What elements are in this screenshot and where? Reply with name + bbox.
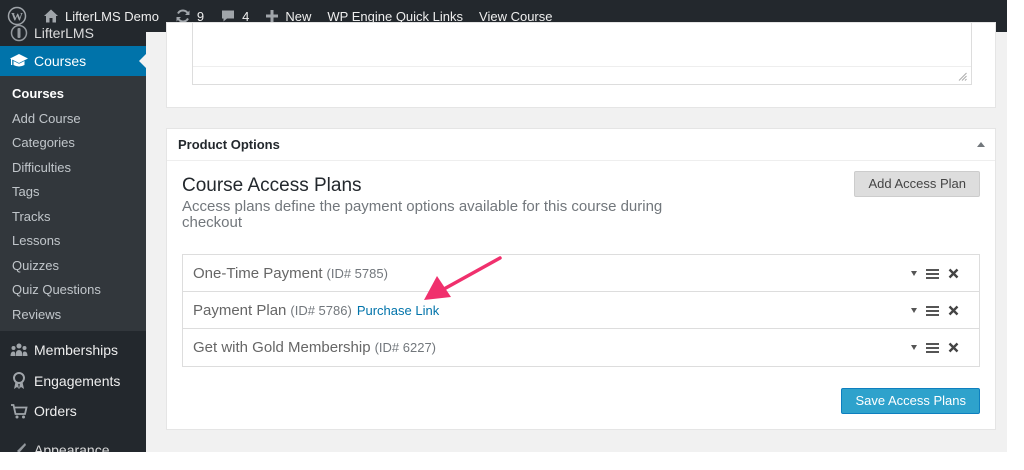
plan-row-controls xyxy=(911,329,959,366)
sidebar-item-appearance[interactable]: Appearance xyxy=(0,435,146,452)
award-ribbon-icon xyxy=(9,371,29,391)
plan-row-controls xyxy=(911,255,959,292)
product-options-metabox: Product Options Course Access Plans Acce… xyxy=(166,128,996,430)
lifterlms-icon xyxy=(9,23,29,43)
access-plan-row[interactable]: Get with Gold Membership (ID# 6227) xyxy=(183,329,979,366)
sidebar-item-memberships[interactable]: Memberships xyxy=(0,335,146,366)
access-plans-heading: Course Access Plans xyxy=(182,175,362,196)
delete-x-icon[interactable] xyxy=(948,268,959,279)
sidebar-item-label: Memberships xyxy=(34,342,119,359)
sidebar-item-courses[interactable]: Courses xyxy=(0,46,146,76)
access-plans-list: One-Time Payment (ID# 5785) Payment Plan… xyxy=(182,254,980,367)
submenu-item-courses[interactable]: Courses xyxy=(0,82,146,107)
submenu-item-add-course[interactable]: Add Course xyxy=(0,107,146,132)
plan-id: (ID# 5786) xyxy=(290,302,352,318)
sidebar-item-label: Courses xyxy=(34,53,87,69)
access-plan-row[interactable]: Payment Plan (ID# 5786) Purchase Link xyxy=(183,292,979,329)
plus-icon xyxy=(266,10,279,22)
editor-status-bar xyxy=(193,66,971,84)
courses-submenu: Courses Add Course Categories Difficulti… xyxy=(0,76,146,331)
purchase-link[interactable]: Purchase Link xyxy=(357,303,439,318)
product-options-title: Product Options xyxy=(178,137,280,152)
sidebar-item-lifterlms[interactable]: LifterLMS xyxy=(0,18,146,48)
expand-caret-icon[interactable] xyxy=(911,271,917,276)
editor-textarea[interactable] xyxy=(192,23,972,85)
submenu-item-quizzes[interactable]: Quizzes xyxy=(0,254,146,279)
admin-sidebar: LifterLMS Courses Courses Add Course Cat… xyxy=(0,24,146,452)
shopping-cart-icon xyxy=(9,401,29,421)
submenu-item-reviews[interactable]: Reviews xyxy=(0,303,146,328)
delete-x-icon[interactable] xyxy=(948,305,959,316)
sidebar-item-label: Engagements xyxy=(34,372,121,389)
sidebar-item-orders[interactable]: Orders xyxy=(0,396,146,427)
resize-handle-icon[interactable] xyxy=(958,72,967,81)
submenu-item-tracks[interactable]: Tracks xyxy=(0,205,146,230)
expand-caret-icon[interactable] xyxy=(911,308,917,313)
graduation-cap-icon xyxy=(9,51,29,71)
submenu-item-lessons[interactable]: Lessons xyxy=(0,229,146,254)
add-access-plan-button[interactable]: Add Access Plan xyxy=(854,171,980,197)
plan-row-controls xyxy=(911,292,959,329)
drag-handle-icon[interactable] xyxy=(926,268,939,279)
sidebar-item-label: Appearance xyxy=(34,441,110,452)
delete-x-icon[interactable] xyxy=(948,342,959,353)
submenu-item-tags[interactable]: Tags xyxy=(0,180,146,205)
access-plans-description: Access plans define the payment options … xyxy=(182,198,663,231)
save-access-plans-button[interactable]: Save Access Plans xyxy=(841,388,980,414)
plan-title: One-Time Payment xyxy=(193,264,323,282)
sidebar-item-label: LifterLMS xyxy=(34,25,94,41)
sidebar-item-engagements[interactable]: Engagements xyxy=(0,366,146,397)
plan-title: Payment Plan xyxy=(193,301,287,319)
collapse-toggle-icon[interactable] xyxy=(977,142,985,147)
drag-handle-icon[interactable] xyxy=(926,305,939,316)
wp-admin-frame: W LifterLMS Demo 9 4 New WP Engine Quick… xyxy=(0,0,1007,452)
submenu-item-categories[interactable]: Categories xyxy=(0,131,146,156)
submenu-item-quiz-questions[interactable]: Quiz Questions xyxy=(0,278,146,303)
plan-id: (ID# 6227) xyxy=(374,340,436,355)
plan-id: (ID# 5785) xyxy=(326,265,388,281)
sidebar-lower-menu: Memberships Engagements Orders Appearanc… xyxy=(0,335,146,452)
expand-caret-icon[interactable] xyxy=(911,345,917,350)
product-options-header[interactable]: Product Options xyxy=(167,129,995,161)
paintbrush-icon xyxy=(9,440,29,452)
drag-handle-icon[interactable] xyxy=(926,342,939,353)
plan-title: Get with Gold Membership xyxy=(193,339,371,356)
editor-postbox xyxy=(166,22,996,108)
submenu-item-difficulties[interactable]: Difficulties xyxy=(0,156,146,181)
group-icon xyxy=(9,340,29,360)
sidebar-item-label: Orders xyxy=(34,403,77,420)
access-plan-row[interactable]: One-Time Payment (ID# 5785) xyxy=(183,255,979,292)
